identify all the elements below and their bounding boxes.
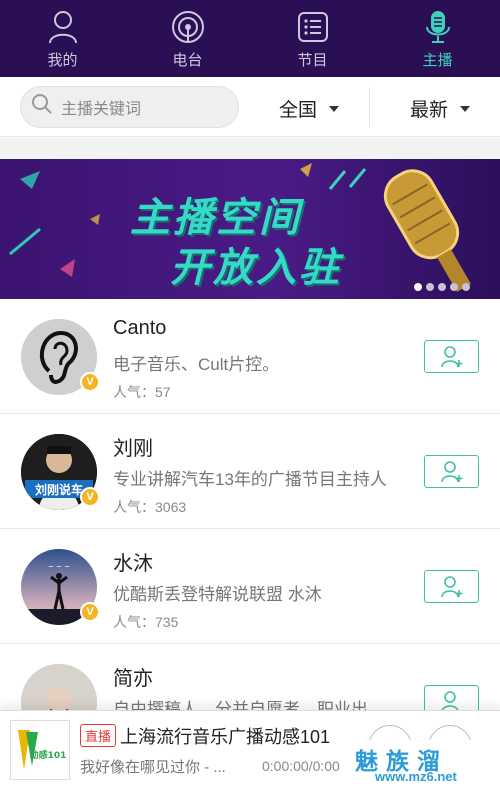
list-item[interactable]: ~ ~ ~ V 水沐 优酷斯丢登特解说联盟 水沐 人气：735 <box>0 529 500 644</box>
verified-badge: V <box>80 602 100 622</box>
caret-down-icon <box>329 105 340 112</box>
tab-radio-label: 电台 <box>172 52 203 69</box>
anchor-name: 水沐 <box>113 553 153 575</box>
banner-title-line2: 开放入驻 <box>170 245 342 291</box>
anchor-name: 刘刚 <box>113 438 153 460</box>
add-user-icon <box>440 345 462 367</box>
list-item[interactable]: 刘刚说车 V 刘刚 专业讲解汽车13年的广播节目主持人 人气：3063 <box>0 414 500 529</box>
add-user-icon <box>440 575 462 597</box>
station-logo-text: 动感101 <box>30 749 67 761</box>
search-placeholder: 主播关键词 <box>61 100 142 118</box>
anchor-list: V Canto 电子音乐、Cult片控。 人气：57 刘刚说车 V 刘刚 专业讲… <box>0 299 500 759</box>
follow-button[interactable] <box>424 340 479 373</box>
follow-button[interactable] <box>424 570 479 603</box>
carousel-indicator <box>414 283 474 291</box>
tab-radio[interactable]: 电台 <box>125 0 250 77</box>
promo-banner[interactable]: 主播空间 开放入驻 <box>0 159 500 299</box>
player-subtitle: 我好像在哪见过你 - ... <box>80 759 226 776</box>
top-navigation: 我的 电台 节目 主播 <box>0 0 500 77</box>
verified-badge: V <box>80 487 100 507</box>
search-icon <box>31 93 53 120</box>
person-icon <box>45 9 81 45</box>
anchor-popularity: 人气：3063 <box>113 499 187 515</box>
carousel-dot <box>426 283 434 291</box>
filter-bar: 主播关键词 全国 最新 <box>0 77 500 137</box>
station-logo: 动感101 <box>10 720 70 780</box>
list-item[interactable]: V Canto 电子音乐、Cult片控。 人气：57 <box>0 299 500 414</box>
list-icon <box>295 9 331 45</box>
sort-label: 最新 <box>410 100 449 121</box>
player-title: 上海流行音乐广播动感101 <box>120 727 331 747</box>
carousel-dot <box>462 283 470 291</box>
search-input[interactable]: 主播关键词 <box>20 85 239 128</box>
add-user-icon <box>440 460 462 482</box>
microphone-icon <box>420 9 456 45</box>
anchor-description: 专业讲解汽车13年的广播节目主持人 <box>113 470 387 489</box>
tab-programs-label: 节目 <box>297 52 328 69</box>
verified-badge: V <box>80 372 100 392</box>
anchor-popularity: 人气：735 <box>113 614 179 630</box>
anchor-popularity: 人气：57 <box>113 384 171 400</box>
tab-mine-label: 我的 <box>47 52 78 69</box>
anchor-name: Canto <box>113 317 167 339</box>
follow-button[interactable] <box>424 455 479 488</box>
carousel-dot <box>414 283 422 291</box>
watermark-url: www.mz6.net <box>375 769 457 784</box>
sort-dropdown[interactable]: 最新 <box>410 95 471 122</box>
region-label: 全国 <box>279 100 318 121</box>
tab-anchors-label: 主播 <box>422 52 453 69</box>
tab-anchors[interactable]: 主播 <box>375 0 500 77</box>
anchor-description: 优酷斯丢登特解说联盟 水沐 <box>113 585 322 604</box>
anchor-name: 简亦 <box>113 668 153 690</box>
svg-text:~ ~ ~: ~ ~ ~ <box>48 563 70 571</box>
broadcast-icon <box>170 9 206 45</box>
caret-down-icon <box>460 105 471 112</box>
region-dropdown[interactable]: 全国 <box>279 95 340 122</box>
avatar-caption: 刘刚说车 <box>35 482 83 497</box>
divider <box>369 87 370 127</box>
carousel-dot <box>450 283 458 291</box>
tab-programs[interactable]: 节目 <box>250 0 375 77</box>
carousel-dot <box>438 283 446 291</box>
anchor-description: 电子音乐、Cult片控。 <box>113 355 280 374</box>
section-gap <box>0 138 500 159</box>
live-badge: 直播 <box>80 724 117 747</box>
site-watermark: 魅族溜 www.mz6.net <box>340 740 500 788</box>
tab-mine[interactable]: 我的 <box>0 0 125 77</box>
